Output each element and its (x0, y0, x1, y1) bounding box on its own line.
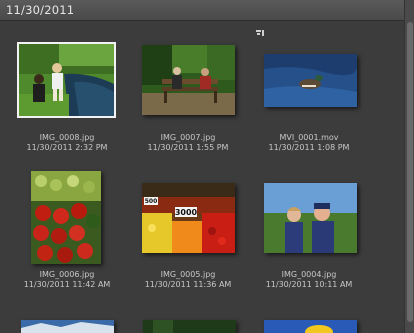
scrollbar-thumb[interactable] (407, 22, 413, 322)
media-item[interactable]: IMG_0004.jpg 11/30/2011 10:11 AM (249, 171, 369, 296)
file-name: IMG_0005.jpg (160, 270, 216, 279)
group-date-label: 11/30/2011 (6, 3, 75, 17)
media-item[interactable]: IMG_0007.jpg 11/30/2011 1:55 PM (128, 44, 248, 159)
file-name: MVI_0001.mov (279, 133, 339, 142)
media-item[interactable]: MVI_0001.mov 11/30/2011 1:08 PM (249, 44, 369, 159)
thumbnail-image[interactable] (142, 45, 235, 115)
file-name: IMG_0007.jpg (160, 133, 216, 142)
file-date: 11/30/2011 10:11 AM (265, 280, 353, 289)
thumbnail-image[interactable] (31, 171, 101, 264)
thumbnail-image[interactable] (17, 42, 116, 118)
file-date: 11/30/2011 1:08 PM (268, 143, 350, 152)
thumbnail-image[interactable] (143, 320, 236, 333)
media-item[interactable]: 500 3000 IMG_0005.jpg 11/30/2011 11:36 A… (128, 171, 248, 296)
svg-text:500: 500 (145, 198, 158, 205)
file-name: IMG_0006.jpg (39, 270, 95, 279)
file-date: 11/30/2011 1:55 PM (147, 143, 229, 152)
vertical-scrollbar[interactable] (404, 0, 414, 333)
svg-text:3000: 3000 (175, 208, 198, 217)
thumbnail-video[interactable] (264, 54, 357, 107)
media-item[interactable]: IMG_0006.jpg 11/30/2011 11:42 AM (7, 171, 127, 296)
media-item[interactable]: IMG_0008.jpg 11/30/2011 2:32 PM (7, 42, 127, 159)
date-group-header: 11/30/2011 (0, 0, 404, 21)
sort-indicator-icon[interactable] (256, 30, 265, 37)
thumbnail-image[interactable]: 500 3000 (142, 183, 235, 253)
thumbnail-image[interactable] (264, 320, 357, 333)
thumbnail-image[interactable] (264, 183, 357, 253)
file-name: IMG_0008.jpg (39, 133, 95, 142)
file-date: 11/30/2011 2:32 PM (26, 143, 108, 152)
file-date: 11/30/2011 11:42 AM (23, 280, 111, 289)
file-date: 11/30/2011 11:36 AM (144, 280, 232, 289)
thumbnail-image[interactable] (21, 320, 114, 333)
file-name: IMG_0004.jpg (281, 270, 337, 279)
